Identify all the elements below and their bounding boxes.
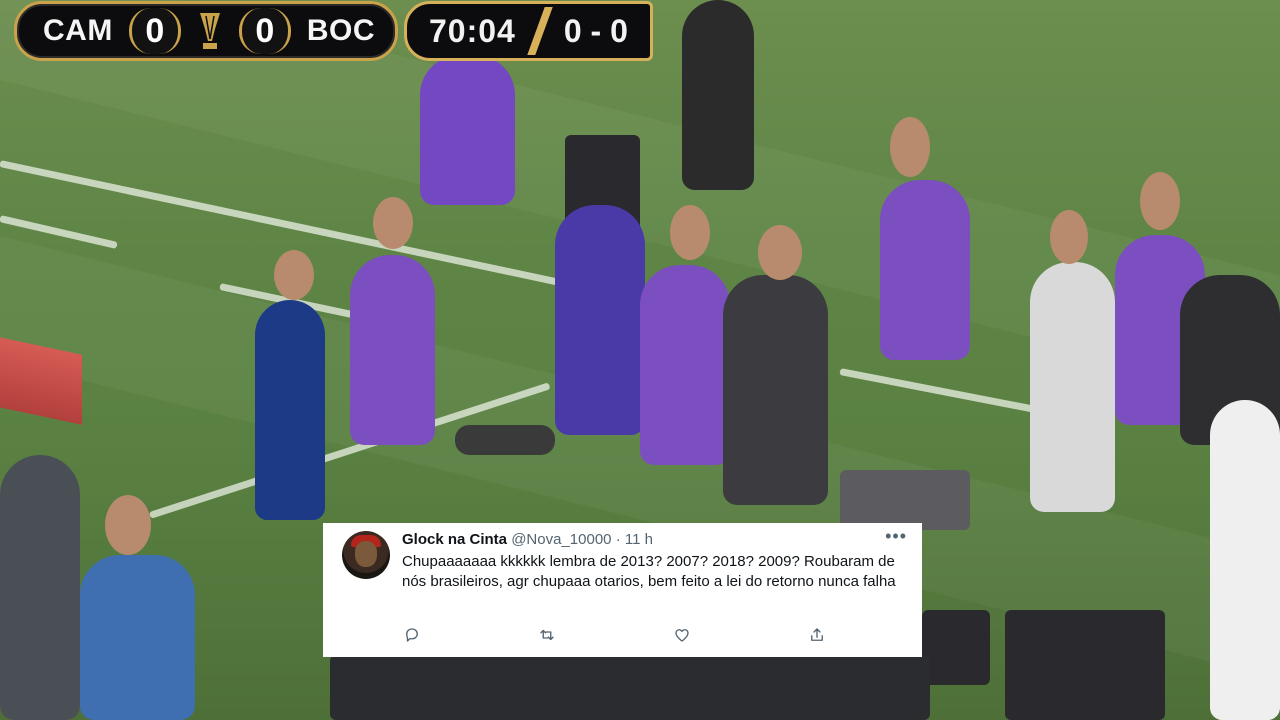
substitute-head bbox=[890, 117, 930, 177]
away-team: BOC bbox=[306, 14, 375, 47]
substitute-head bbox=[373, 197, 413, 249]
tweet-text: Chupaaaaaaa kkkkkk lembra de 2013? 2007?… bbox=[402, 553, 896, 590]
staff-head bbox=[274, 250, 314, 300]
clock-panel: 70:04 0 - 0 bbox=[404, 1, 653, 61]
substitute-figure bbox=[880, 180, 970, 360]
share-icon[interactable] bbox=[807, 625, 827, 645]
equipment-case bbox=[840, 470, 970, 530]
score-panel: CAM 0 0 BOC bbox=[14, 1, 398, 61]
speaker-box bbox=[922, 610, 990, 685]
substitute-head bbox=[1140, 172, 1180, 230]
spectator-head bbox=[105, 495, 151, 555]
staff-figure bbox=[255, 300, 325, 520]
player-head bbox=[670, 205, 710, 260]
coach-head bbox=[758, 225, 802, 280]
coach-figure bbox=[723, 275, 828, 505]
scoreboard: CAM 0 0 BOC 70:04 0 - 0 bbox=[14, 1, 653, 61]
away-score: 0 bbox=[238, 8, 291, 54]
more-options-icon[interactable]: ••• bbox=[885, 526, 907, 547]
author-handle[interactable]: @Nova_10000 bbox=[511, 531, 611, 548]
player-figure bbox=[1030, 262, 1115, 512]
meta-separator: · bbox=[615, 531, 621, 548]
tweet-card[interactable]: Glock na Cinta @Nova_10000 · 11 h ••• Ch… bbox=[323, 523, 922, 657]
trophy-icon bbox=[187, 7, 233, 55]
spectator-figure bbox=[0, 455, 80, 720]
player-figure bbox=[555, 205, 645, 435]
avatar[interactable] bbox=[342, 531, 390, 579]
aggregate-score: 0 - 0 bbox=[563, 12, 628, 49]
author-name[interactable]: Glock na Cinta bbox=[402, 531, 507, 548]
crowd-foreground bbox=[330, 655, 930, 720]
camera-rig bbox=[455, 425, 555, 455]
match-clock: 70:04 bbox=[429, 12, 516, 49]
spectator-figure bbox=[80, 555, 195, 720]
divider bbox=[527, 7, 553, 55]
player-head bbox=[1050, 210, 1088, 264]
home-score: 0 bbox=[128, 8, 181, 54]
tweet-time[interactable]: 11 h bbox=[625, 531, 653, 548]
like-icon[interactable] bbox=[672, 625, 692, 645]
player-figure bbox=[640, 265, 730, 465]
home-team: CAM bbox=[43, 14, 113, 47]
retweet-icon[interactable] bbox=[537, 625, 557, 645]
speaker-box bbox=[1005, 610, 1165, 720]
player-figure bbox=[420, 55, 515, 205]
tweet-actions bbox=[402, 625, 832, 645]
reply-icon[interactable] bbox=[402, 625, 422, 645]
staff-figure bbox=[1210, 400, 1280, 720]
substitute-figure bbox=[350, 255, 435, 445]
player-figure bbox=[682, 0, 754, 190]
tweet-header: Glock na Cinta @Nova_10000 · 11 h bbox=[402, 531, 653, 549]
